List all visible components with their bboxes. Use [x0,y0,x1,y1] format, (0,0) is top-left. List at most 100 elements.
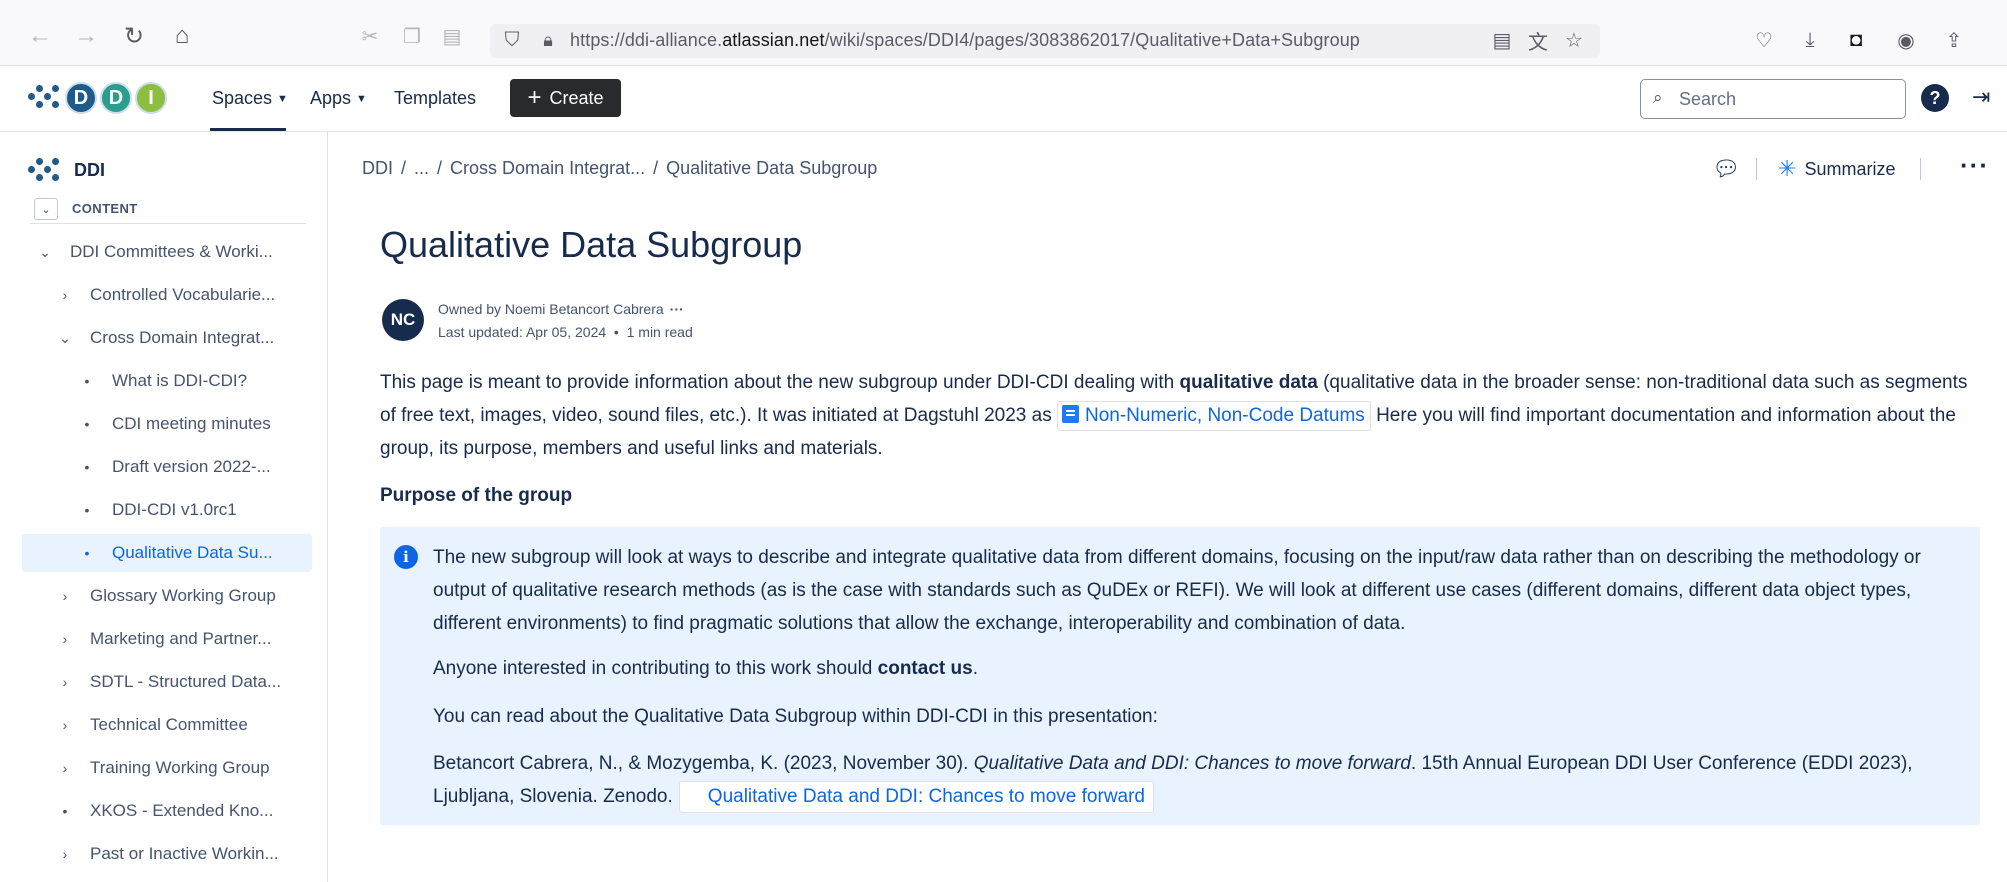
presentation-link[interactable]: Qualitative Data and DDI: Chances to mov… [678,781,1155,813]
chevron-down-icon: ⌄ [39,243,51,260]
sidebar-item-label: Technical Committee [90,715,248,734]
summarize-button[interactable]: ✳ Summarize [1778,156,1895,182]
sidebar-item-label: Marketing and Partner... [90,629,272,648]
reference-citation: Betancort Cabrera, N., & Mozygemba, K. (… [433,747,1973,813]
bullet-icon: • [84,416,90,432]
apps-menu[interactable]: Apps ▼ [310,88,367,109]
content-section-header[interactable]: ⌄ CONTENT [30,198,306,224]
bullet-icon: • [84,545,90,561]
breadcrumb-current[interactable]: Qualitative Data Subgroup [666,158,877,178]
sidebar-item-marketing[interactable]: › Marketing and Partner... [22,620,312,658]
forward-arrow-icon[interactable]: → [72,22,100,50]
avatar[interactable]: NC [382,299,424,341]
help-icon[interactable]: ? [1921,84,1949,112]
share-icon[interactable]: ⇪ [1940,26,1968,54]
chevron-right-icon: › [62,588,68,604]
sidebar-item-ddi-committees[interactable]: ⌄ DDI Committees & Worki... [22,233,312,271]
logo-letter: D [65,82,97,114]
sidebar-item-label: DDI-CDI v1.0rc1 [112,500,237,519]
panel-paragraph: Anyone interested in contributing to thi… [433,658,978,679]
sidebar-item-draft-version[interactable]: • Draft version 2022-... [22,448,312,486]
sidebar-item-qualitative-data[interactable]: • Qualitative Data Su... [22,534,312,572]
home-icon[interactable]: ⌂ [168,22,196,50]
sidebar-item-label: SDTL - Structured Data... [90,672,282,691]
sidebar-item-label: XKOS - Extended Kno... [90,801,274,820]
breadcrumb-parent[interactable]: Cross Domain Integrat... [450,158,645,178]
download-icon[interactable]: ⤓ [1796,26,1824,54]
inline-page-link[interactable]: Non-Numeric, Non-Code Datums [1056,401,1371,431]
section-heading: Purpose of the group [380,485,573,506]
sidebar-item-label: What is DDI-CDI? [112,371,248,390]
plus-icon: + [527,84,542,111]
breadcrumb-ellipsis[interactable]: ... [414,158,429,178]
chevron-right-icon: › [62,846,68,862]
chevron-right-icon: › [62,287,68,303]
chevron-down-icon[interactable]: ⌄ [34,198,58,220]
sidebar-item-what-is-ddi-cdi[interactable]: • What is DDI-CDI? [22,362,312,400]
divider [1756,158,1757,180]
sidebar-item-training[interactable]: › Training Working Group [22,749,312,787]
sidebar-item-cross-domain[interactable]: ⌄ Cross Domain Integrat... [22,319,312,357]
templates-link[interactable]: Templates [394,88,476,109]
chevron-right-icon: › [62,674,68,690]
sidebar-item-technical-committee[interactable]: › Technical Committee [22,706,312,744]
pocket-icon[interactable]: ♡ [1750,26,1778,54]
logo-letter: I [135,82,167,114]
sidebar-item-past-inactive[interactable]: › Past or Inactive Workin... [22,835,312,873]
sidebar-item-label: Controlled Vocabularie... [90,285,276,304]
create-button[interactable]: + Create [510,79,621,117]
sidebar-toggle-icon[interactable]: ⇥ [1972,84,1990,110]
sidebar-item-label: CDI meeting minutes [112,414,271,433]
bullet-icon: • [84,459,90,475]
sidebar-item-glossary[interactable]: › Glossary Working Group [22,577,312,615]
more-actions-icon[interactable]: ··· [1960,150,1989,181]
active-tab-indicator [210,128,286,131]
owned-by[interactable]: Owned by Noemi Betancort Cabrera [438,301,664,317]
chevron-down-icon: ▼ [277,93,288,105]
space-header[interactable]: DDI [28,156,105,184]
spaces-menu[interactable]: Spaces ▼ [212,88,288,109]
divider [1920,158,1921,180]
extension-icon[interactable]: ◘ [1842,26,1870,54]
cut-icon[interactable]: ✂ [356,22,384,50]
page-title: Qualitative Data Subgroup [380,224,803,265]
url-text[interactable]: https://ddi-alliance.atlassian.net/wiki/… [570,30,1360,51]
sidebar-item-sdtl[interactable]: › SDTL - Structured Data... [22,663,312,701]
copy-icon[interactable]: ❐ [398,22,426,50]
search-field[interactable]: ⌕ [1640,79,1906,119]
breadcrumb-root[interactable]: DDI [362,158,393,178]
last-updated: Last updated: Apr 05, 2024 [438,324,607,340]
reader-view-icon[interactable]: ▤ [1488,26,1516,54]
back-arrow-icon[interactable]: ← [26,22,54,50]
space-logo-icon [28,156,64,184]
contact-us-link[interactable]: contact us [878,658,973,679]
page-byline: Owned by Noemi Betancort Cabrera ··· Last… [438,301,693,340]
more-owner-icon[interactable]: ··· [670,301,684,317]
shield-icon[interactable]: ⛉ [498,26,526,54]
sidebar-item-cdi-meeting-minutes[interactable]: • CDI meeting minutes [22,405,312,443]
document-icon [1061,405,1079,423]
comment-icon[interactable]: 💬︎ [1712,156,1740,182]
paste-icon[interactable]: ▤ [438,22,466,50]
translate-icon[interactable]: 文 [1524,26,1552,54]
account-icon[interactable]: ◉ [1892,26,1920,54]
content-label: CONTENT [72,201,138,216]
sidebar-item-xkos[interactable]: • XKOS - Extended Kno... [22,792,312,830]
search-input[interactable] [1679,86,1889,112]
bullet-icon: • [84,373,90,389]
sidebar-item-ddi-cdi-v1[interactable]: • DDI-CDI v1.0rc1 [22,491,312,529]
search-icon: ⌕ [1653,88,1663,107]
space-name: DDI [74,159,105,180]
sparkle-icon: ✳ [1778,156,1797,181]
chevron-right-icon: › [62,760,68,776]
reload-icon[interactable]: ↻ [120,22,148,50]
sidebar-item-label: Qualitative Data Su... [112,543,273,562]
ddi-logo[interactable]: D D I [28,80,167,116]
bookmark-star-icon[interactable]: ☆ [1560,26,1588,54]
breadcrumb: DDI /... / Cross Domain Integrat... / Qualita… [362,158,878,178]
panel-paragraph: You can read about the Qualitative Data … [433,706,1158,727]
sidebar-item-label: Past or Inactive Workin... [90,844,279,863]
read-time: 1 min read [626,324,693,340]
lock-icon[interactable]: 🔒︎ [534,26,562,54]
sidebar-item-controlled-vocabularies[interactable]: › Controlled Vocabularie... [22,276,312,314]
